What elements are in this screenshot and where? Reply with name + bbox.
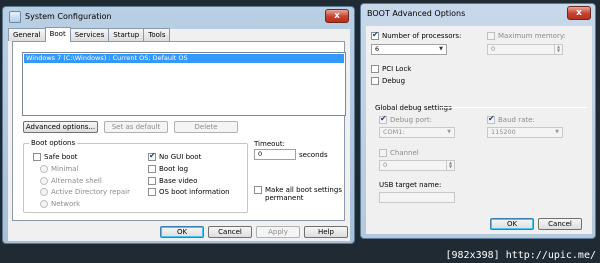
checkbox-box[interactable] [379,149,387,157]
section-divider [440,107,587,108]
spinner-icon[interactable]: ▲ ▼ [554,45,562,54]
global-debug-settings-label: Global debug settings [375,104,452,112]
tab-general[interactable]: General [8,28,46,41]
safe-boot-label: Safe boot [44,153,78,161]
number-of-processors-checkbox[interactable]: Number of processors: [371,30,462,40]
cancel-button[interactable]: Cancel [208,226,252,238]
tab-strip: General Boot Services Startup Tools [8,27,171,42]
timeout-unit: seconds [299,151,328,159]
debug-label: Debug [382,77,406,85]
make-permanent-checkbox[interactable]: Make all boot settings permanent [254,186,345,202]
checkbox-box[interactable] [371,77,379,85]
advanced-options-button[interactable]: Advanced options... [23,121,98,133]
radio-dot[interactable] [40,188,48,196]
minimal-radio[interactable]: Minimal [40,165,78,173]
timeout-input[interactable]: 0 [254,149,296,160]
safe-boot-checkbox[interactable]: Safe boot [33,153,77,161]
maximum-memory-value: 0 [491,45,496,53]
debug-checkbox[interactable]: Debug [371,77,405,85]
channel-input[interactable]: 0 ▲ ▼ [379,160,455,171]
radio-dot[interactable] [40,200,48,208]
radio-dot[interactable] [40,165,48,173]
boot-options-label: Boot options [29,139,78,147]
number-of-processors-dropdown[interactable]: 6 ▼ [371,44,447,55]
set-as-default-button[interactable]: Set as default [104,121,168,133]
os-boot-information-label: OS boot information [159,188,230,196]
close-button[interactable]: x [325,9,349,23]
base-video-label: Base video [159,177,198,185]
chevron-down-icon: ▼ [439,46,443,52]
pci-lock-checkbox[interactable]: PCI Lock [371,65,411,73]
boot-log-label: Boot log [159,165,189,173]
close-button[interactable]: x [567,6,591,20]
help-button[interactable]: Help [304,226,348,238]
debug-port-value: COM1: [383,128,405,136]
checkbox-box[interactable] [148,188,156,196]
os-boot-information-checkbox[interactable]: OS boot information [148,188,230,196]
tab-startup[interactable]: Startup [108,28,145,41]
alternate-shell-label: Alternate shell [51,177,102,185]
base-video-checkbox[interactable]: Base video [148,177,197,185]
chevron-down-icon: ▼ [447,129,451,135]
no-gui-boot-checkbox[interactable]: No GUI boot [148,151,202,161]
delete-button[interactable]: Delete [174,121,238,133]
cancel-button[interactable]: Cancel [538,218,582,230]
os-list[interactable]: Windows 7 (C:\Windows) : Current OS; Def… [22,52,346,116]
debug-port-label: Debug port: [390,116,432,124]
msconfig-icon [9,11,21,23]
spinner-icon[interactable]: ▲ ▼ [446,161,454,170]
ok-button[interactable]: OK [490,218,534,230]
checkbox-box[interactable] [487,114,495,124]
tab-boot[interactable]: Boot [44,27,71,42]
checkbox-box[interactable] [379,114,387,124]
checkbox-box[interactable] [254,186,262,194]
make-permanent-label: Make all boot settings permanent [265,186,342,202]
baud-rate-dropdown[interactable]: 115200 ▼ [487,127,563,138]
title-bar: BOOT Advanced Options x [361,4,595,24]
debug-port-dropdown[interactable]: COM1: ▼ [379,127,455,138]
tab-tools[interactable]: Tools [143,28,171,41]
boot-log-checkbox[interactable]: Boot log [148,165,188,173]
maximum-memory-label: Maximum memory: [498,32,566,40]
image-watermark: [982x398] http://upic.me/ [445,250,596,261]
number-of-processors-value: 6 [375,45,380,53]
title-bar: System Configuration x [3,7,354,27]
no-gui-boot-label: No GUI boot [159,153,202,161]
baud-rate-value: 115200 [491,128,516,136]
checkbox-box[interactable] [371,30,379,40]
maximum-memory-checkbox[interactable]: Maximum memory: [487,32,566,40]
checkbox-box[interactable] [148,165,156,173]
number-of-processors-label: Number of processors: [382,32,462,40]
window-title: System Configuration [25,12,112,21]
maximum-memory-input[interactable]: 0 ▲ ▼ [487,44,563,55]
checkbox-box[interactable] [33,153,41,161]
baud-rate-label: Baud rate: [498,116,535,124]
alternate-shell-radio[interactable]: Alternate shell [40,177,102,185]
channel-value: 0 [383,161,388,169]
window-title: BOOT Advanced Options [367,9,466,18]
channel-checkbox[interactable]: Channel [379,149,419,157]
active-directory-repair-label: Active Directory repair [51,188,130,196]
checkbox-box[interactable] [487,32,495,40]
checkbox-box[interactable] [371,65,379,73]
channel-label: Channel [390,149,419,157]
usb-target-name-label: USB target name: [379,181,442,189]
checkbox-box[interactable] [148,151,156,161]
pci-lock-label: PCI Lock [382,65,412,73]
timeout-label: Timeout: [254,140,285,148]
baud-rate-checkbox[interactable]: Baud rate: [487,114,535,124]
minimal-label: Minimal [51,165,79,173]
apply-button[interactable]: Apply [256,226,300,238]
radio-dot[interactable] [40,177,48,185]
active-directory-repair-radio[interactable]: Active Directory repair [40,188,130,196]
network-label: Network [51,200,81,208]
usb-target-name-input[interactable] [379,192,455,203]
chevron-down-icon: ▼ [555,129,559,135]
ok-button[interactable]: OK [160,226,204,238]
tab-services[interactable]: Services [69,28,110,41]
network-radio[interactable]: Network [40,200,80,208]
checkbox-box[interactable] [148,177,156,185]
debug-port-checkbox[interactable]: Debug port: [379,114,432,124]
os-list-item[interactable]: Windows 7 (C:\Windows) : Current OS; Def… [24,54,344,63]
